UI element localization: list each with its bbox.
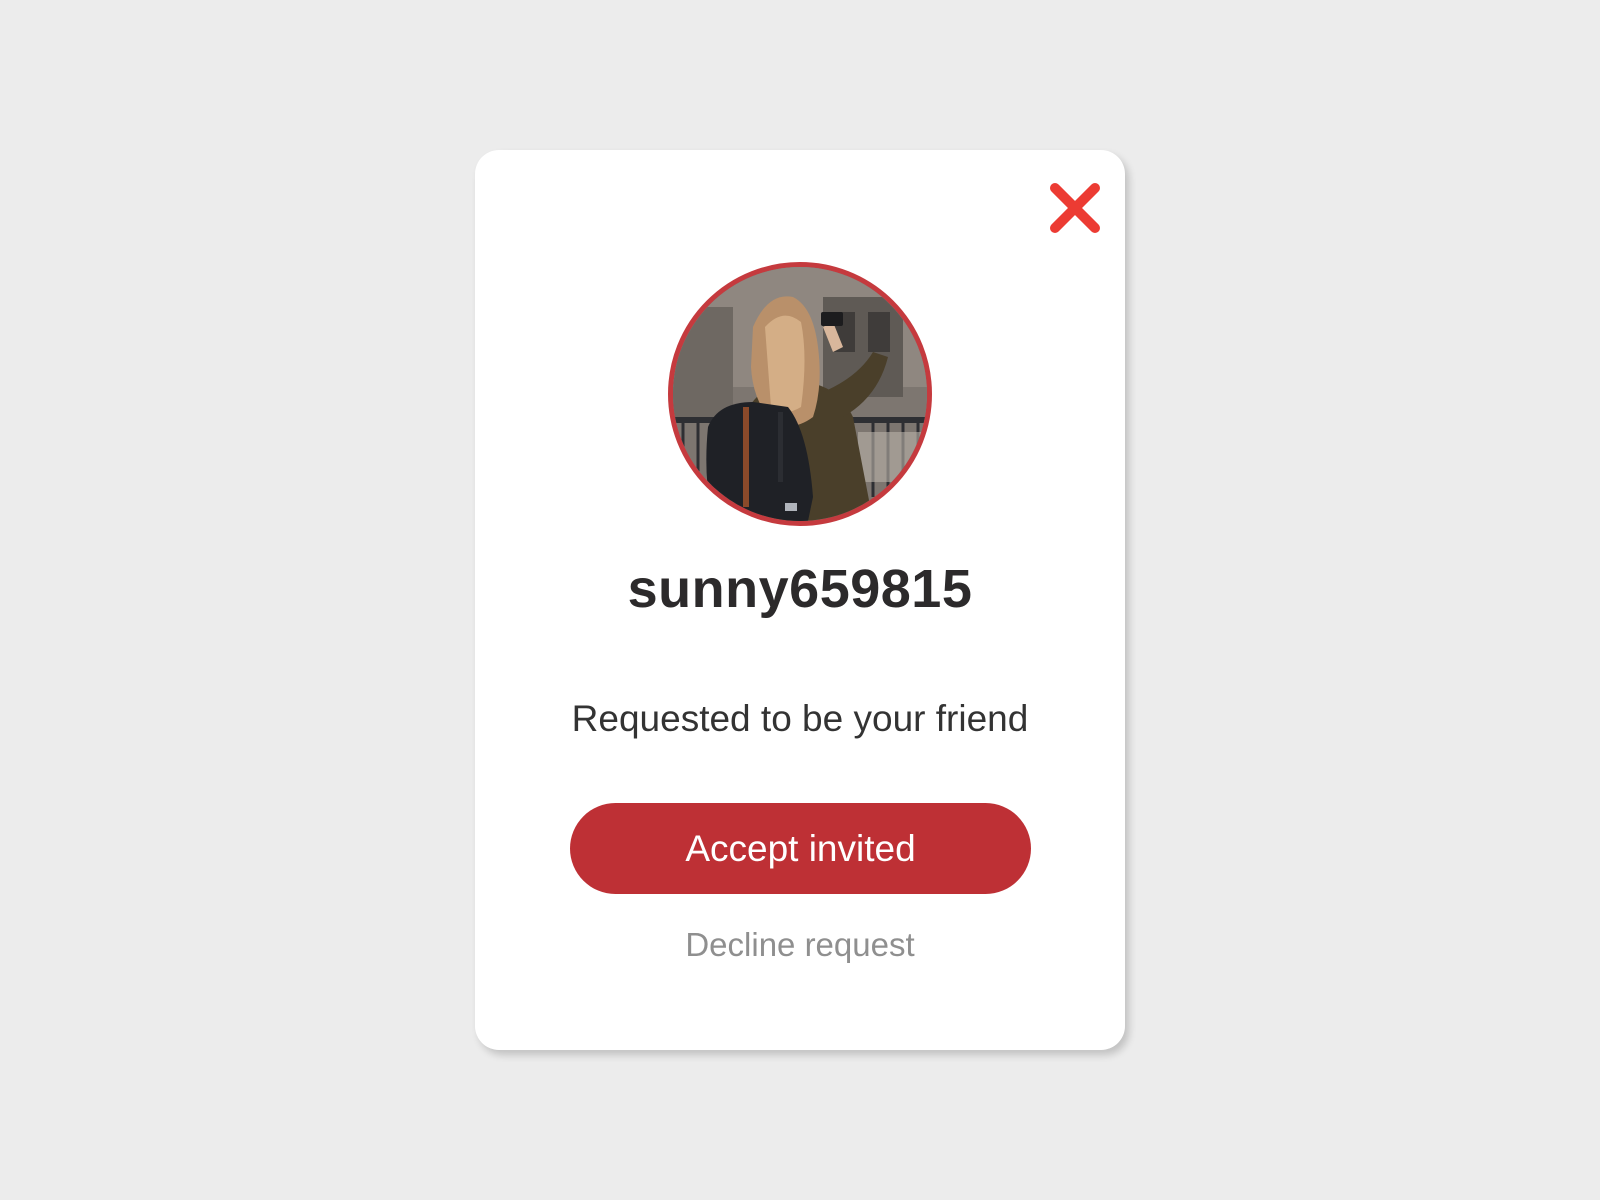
close-button[interactable] [1047, 180, 1103, 236]
username: sunny659815 [627, 559, 973, 619]
decline-link[interactable]: Decline request [475, 926, 1125, 964]
request-message: Requested to be your friend [571, 698, 1029, 739]
close-icon[interactable] [1047, 180, 1103, 236]
accept-button[interactable]: Accept invited [570, 803, 1031, 894]
friend-request-card: sunny659815 Requested to be your friend … [475, 150, 1125, 1050]
avatar-photo [673, 267, 927, 521]
avatar [668, 262, 932, 526]
